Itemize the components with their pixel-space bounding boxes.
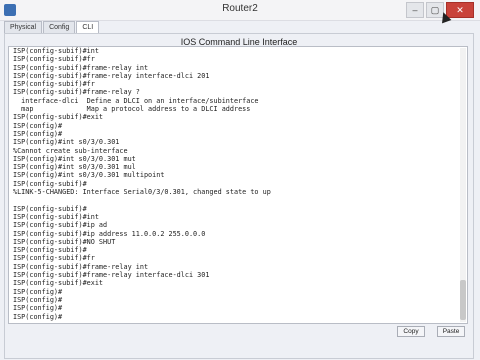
terminal-line: ISP(config-subif)#fr [13, 80, 95, 89]
paste-button[interactable]: Paste [437, 326, 465, 337]
terminal-scrollbar[interactable] [460, 48, 466, 322]
terminal-line: ISP(config-subif)#int [13, 212, 99, 221]
terminal-line: ISP(config-subif)#frame-relay interface-… [13, 271, 210, 280]
terminal-line: ISP(config)# [13, 129, 63, 138]
title-bar: Router2 – ▢ ✕ [0, 0, 480, 21]
terminal-line: ISP(config-subif)#exit [13, 113, 104, 122]
terminal-output: ISP(config-subif)#int ISP(config-subif)#f… [13, 47, 271, 321]
terminal-line: ISP(config-subif)#ip address 11.0.0.2 25… [13, 229, 206, 238]
terminal-line: ISP(config-subif)#frame-relay int [13, 63, 149, 72]
terminal-line: ISP(config)# [13, 304, 63, 313]
terminal-line: ISP(config-subif)# [13, 246, 87, 255]
cli-terminal[interactable]: ISP(config-subif)#int ISP(config-subif)#f… [8, 46, 468, 324]
router-window: Router2 – ▢ ✕ Physical Config CLI IOS Co… [0, 0, 480, 360]
terminal-line: ISP(config-subif)#NO SHUT [13, 237, 116, 246]
tab-bar: Physical Config CLI [4, 21, 100, 34]
terminal-line: ISP(config-subif)#frame-relay int [13, 262, 149, 271]
scrollbar-thumb[interactable] [460, 280, 466, 320]
terminal-line: ISP(config-subif)#frame-relay ? [13, 88, 140, 97]
terminal-line: ISP(config)# [13, 287, 63, 296]
terminal-line: ISP(config-subif)#fr [13, 55, 95, 64]
close-icon[interactable]: ✕ [446, 2, 474, 18]
terminal-line: %Cannot create sub-interface [13, 146, 128, 155]
terminal-line: ISP(config-subif)#exit [13, 279, 104, 288]
terminal-line: interface-dlci Define a DLCI on an inter… [13, 96, 259, 105]
minimize-icon[interactable]: – [406, 2, 424, 18]
terminal-line: ISP(config-subif)#int [13, 47, 99, 55]
terminal-line: map Map a protocol address to a DLCI add… [13, 105, 251, 114]
terminal-line: %LINK-5-CHANGED: Interface Serial0/3/0.3… [13, 188, 271, 197]
terminal-line: ISP(config)# [13, 312, 63, 321]
terminal-line: ISP(config-subif)#frame-relay interface-… [13, 71, 210, 80]
terminal-line: ISP(config)#int s0/3/0.301 [13, 138, 120, 147]
terminal-line: ISP(config)# [13, 295, 63, 304]
terminal-line: ISP(config)# [13, 121, 63, 130]
terminal-line: ISP(config-subif)# [13, 204, 87, 213]
terminal-line: ISP(config)#int s0/3/0.301 multipoint [13, 171, 165, 180]
cli-panel: IOS Command Line Interface ISP(config-su… [4, 33, 474, 359]
terminal-line: ISP(config-subif)#fr [13, 254, 95, 263]
terminal-line: ISP(config-subif)#ip ad [13, 221, 108, 230]
terminal-line: ISP(config-subif)# [13, 179, 87, 188]
terminal-line: ISP(config)#int s0/3/0.301 mut [13, 154, 136, 163]
copy-button[interactable]: Copy [397, 326, 425, 337]
terminal-line: ISP(config)#int s0/3/0.301 mul [13, 163, 136, 172]
